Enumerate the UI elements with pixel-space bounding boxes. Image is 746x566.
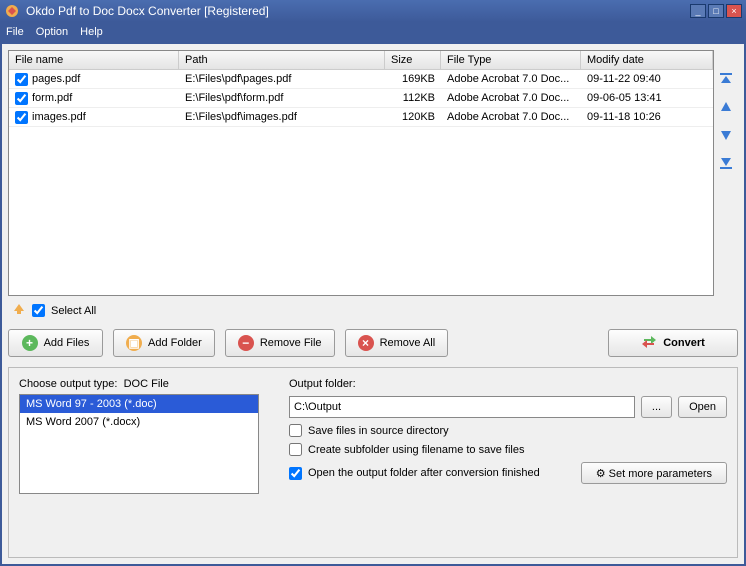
file-date: 09-11-22 09:40: [581, 71, 713, 87]
move-bottom-icon[interactable]: [717, 154, 735, 172]
table-body: pages.pdf E:\Files\pdf\pages.pdf 169KB A…: [9, 70, 713, 295]
output-type-item[interactable]: MS Word 2007 (*.docx): [20, 413, 258, 431]
add-files-button[interactable]: +Add Files: [8, 329, 103, 357]
remove-all-button[interactable]: ×Remove All: [345, 329, 449, 357]
move-down-icon[interactable]: [717, 126, 735, 144]
file-type: Adobe Acrobat 7.0 Doc...: [441, 71, 581, 87]
output-type-listbox[interactable]: MS Word 97 - 2003 (*.doc)MS Word 2007 (*…: [19, 394, 259, 494]
titlebar: Okdo Pdf to Doc Docx Converter [Register…: [0, 0, 746, 22]
table-row[interactable]: form.pdf E:\Files\pdf\form.pdf 112KB Ado…: [9, 89, 713, 108]
file-size: 169KB: [385, 71, 441, 87]
create-subfolder-checkbox[interactable]: [289, 443, 302, 456]
output-type-item[interactable]: MS Word 97 - 2003 (*.doc): [20, 395, 258, 413]
browse-button[interactable]: ...: [641, 396, 672, 418]
col-header-name[interactable]: File name: [9, 51, 179, 69]
minus-icon: −: [238, 335, 254, 351]
output-panel: Choose output type: DOC File MS Word 97 …: [8, 367, 738, 558]
file-path: E:\Files\pdf\pages.pdf: [179, 71, 385, 87]
move-up-icon[interactable]: [717, 98, 735, 116]
file-name: pages.pdf: [32, 73, 80, 85]
save-source-label: Save files in source directory: [308, 425, 449, 437]
add-folder-button[interactable]: ▣Add Folder: [113, 329, 215, 357]
open-after-checkbox[interactable]: [289, 467, 302, 480]
col-header-type[interactable]: File Type: [441, 51, 581, 69]
select-all-row: Select All: [8, 296, 738, 325]
file-date: 09-06-05 13:41: [581, 90, 713, 106]
output-folder-input[interactable]: [289, 396, 635, 418]
open-after-label: Open the output folder after conversion …: [308, 467, 540, 479]
select-all-checkbox[interactable]: [32, 304, 45, 317]
output-type-label: Choose output type: DOC File: [19, 378, 259, 390]
window-title: Okdo Pdf to Doc Docx Converter [Register…: [26, 4, 688, 18]
menu-file[interactable]: File: [6, 26, 24, 38]
file-table[interactable]: File name Path Size File Type Modify dat…: [8, 50, 714, 296]
gear-icon: ⚙: [596, 468, 606, 480]
menubar: File Option Help: [0, 22, 746, 42]
x-icon: ×: [358, 335, 374, 351]
set-parameters-button[interactable]: ⚙ Set more parameters: [581, 462, 727, 484]
file-size: 120KB: [385, 109, 441, 125]
menu-help[interactable]: Help: [80, 26, 103, 38]
col-header-path[interactable]: Path: [179, 51, 385, 69]
convert-button[interactable]: Convert: [608, 329, 738, 357]
file-path: E:\Files\pdf\form.pdf: [179, 90, 385, 106]
app-icon: [4, 3, 20, 19]
row-checkbox[interactable]: [15, 92, 28, 105]
file-name: images.pdf: [32, 111, 86, 123]
action-buttons: +Add Files ▣Add Folder −Remove File ×Rem…: [8, 325, 738, 361]
create-subfolder-label: Create subfolder using filename to save …: [308, 444, 524, 456]
file-path: E:\Files\pdf\images.pdf: [179, 109, 385, 125]
row-checkbox[interactable]: [15, 73, 28, 86]
table-row[interactable]: pages.pdf E:\Files\pdf\pages.pdf 169KB A…: [9, 70, 713, 89]
file-type: Adobe Acrobat 7.0 Doc...: [441, 109, 581, 125]
table-header: File name Path Size File Type Modify dat…: [9, 51, 713, 70]
file-size: 112KB: [385, 90, 441, 106]
open-folder-button[interactable]: Open: [678, 396, 727, 418]
save-source-checkbox[interactable]: [289, 424, 302, 437]
close-button[interactable]: ×: [726, 4, 742, 18]
col-header-date[interactable]: Modify date: [581, 51, 713, 69]
output-folder-label: Output folder:: [289, 378, 727, 390]
maximize-button[interactable]: □: [708, 4, 724, 18]
file-name: form.pdf: [32, 92, 72, 104]
move-top-icon[interactable]: [717, 70, 735, 88]
up-arrow-icon[interactable]: [12, 302, 26, 319]
minimize-button[interactable]: _: [690, 4, 706, 18]
folder-icon: ▣: [126, 335, 142, 351]
reorder-arrows: [714, 50, 738, 296]
file-type: Adobe Acrobat 7.0 Doc...: [441, 90, 581, 106]
menu-option[interactable]: Option: [36, 26, 68, 38]
plus-icon: +: [22, 335, 38, 351]
row-checkbox[interactable]: [15, 111, 28, 124]
table-row[interactable]: images.pdf E:\Files\pdf\images.pdf 120KB…: [9, 108, 713, 127]
file-date: 09-11-18 10:26: [581, 109, 713, 125]
convert-icon: [641, 334, 657, 353]
col-header-size[interactable]: Size: [385, 51, 441, 69]
remove-file-button[interactable]: −Remove File: [225, 329, 335, 357]
select-all-label: Select All: [51, 305, 96, 317]
main-panel: File name Path Size File Type Modify dat…: [2, 44, 744, 564]
